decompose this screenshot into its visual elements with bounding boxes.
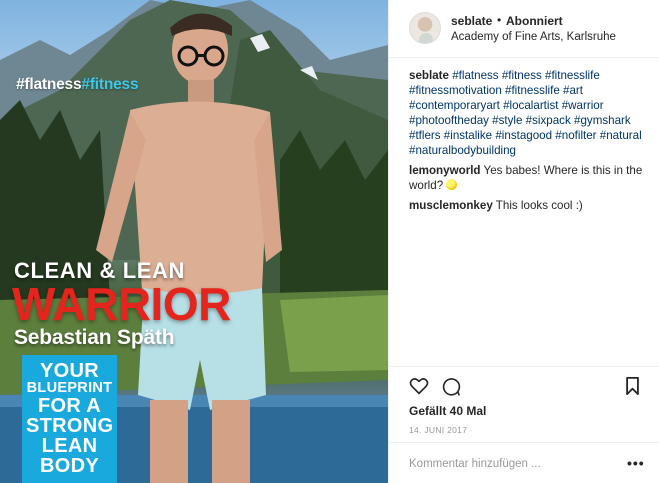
location-link[interactable]: Academy of Fine Arts, Karlsruhe [451, 31, 616, 43]
hashtag-tagline: #flatness#fitness [16, 76, 139, 94]
heart-icon[interactable] [409, 377, 429, 395]
post-header: seblate • Abonniert Academy of Fine Arts… [389, 0, 659, 58]
blueprint-box: YOUR BLUEPRINT FOR A STRONG LEAN BODY [22, 355, 117, 483]
blueprint-line: STRONG [26, 415, 114, 437]
comment-username[interactable]: lemonyworld [409, 164, 481, 177]
blueprint-line: LEAN [41, 435, 98, 457]
tagline-fitness: #fitness [81, 76, 139, 93]
list-item: musclemonkey This looks cool :) [409, 198, 649, 213]
caption: seblate #flatness #fitness #fitnesslife … [409, 68, 649, 158]
comment-icon[interactable] [442, 377, 461, 396]
blueprint-line: BODY [40, 455, 99, 477]
blueprint-line: BLUEPRINT [26, 380, 113, 396]
cover-name: Sebastian Späth [14, 326, 175, 349]
comment-list: seblate #flatness #fitness #fitnesslife … [409, 68, 649, 218]
avatar[interactable] [409, 12, 441, 44]
caption-username[interactable]: seblate [409, 69, 449, 82]
blueprint-line: FOR A [38, 395, 101, 417]
likes-count[interactable]: Gefällt 40 Mal [409, 404, 486, 418]
list-item: lemonyworld Yes babes! Where is this in … [409, 163, 649, 193]
header-separator: • [497, 13, 502, 27]
post-date: 14. JUNI 2017 [409, 425, 468, 435]
bookmark-icon[interactable] [625, 377, 640, 395]
tagline-flatness: #flatness [16, 76, 82, 93]
comment-text: This looks cool :) [495, 199, 583, 212]
blueprint-line: YOUR [40, 360, 99, 382]
lemon-icon [446, 179, 458, 190]
post-sidebar: seblate • Abonniert Academy of Fine Arts… [388, 0, 659, 483]
follow-status-button[interactable]: Abonniert [506, 14, 563, 28]
more-options-button[interactable]: ••• [627, 455, 645, 471]
header-username[interactable]: seblate [451, 14, 492, 28]
comment-input[interactable] [409, 455, 609, 473]
comment-username[interactable]: musclemonkey [409, 199, 493, 212]
post-image[interactable]: #flatness#fitness CLEAN & LEAN WARRIOR S… [0, 0, 388, 483]
caption-hashtags[interactable]: #flatness #fitness #fitnesslife #fitness… [409, 69, 642, 157]
cover-title: WARRIOR [12, 278, 231, 330]
action-bar [389, 366, 659, 406]
add-comment-bar: ••• [389, 442, 659, 483]
